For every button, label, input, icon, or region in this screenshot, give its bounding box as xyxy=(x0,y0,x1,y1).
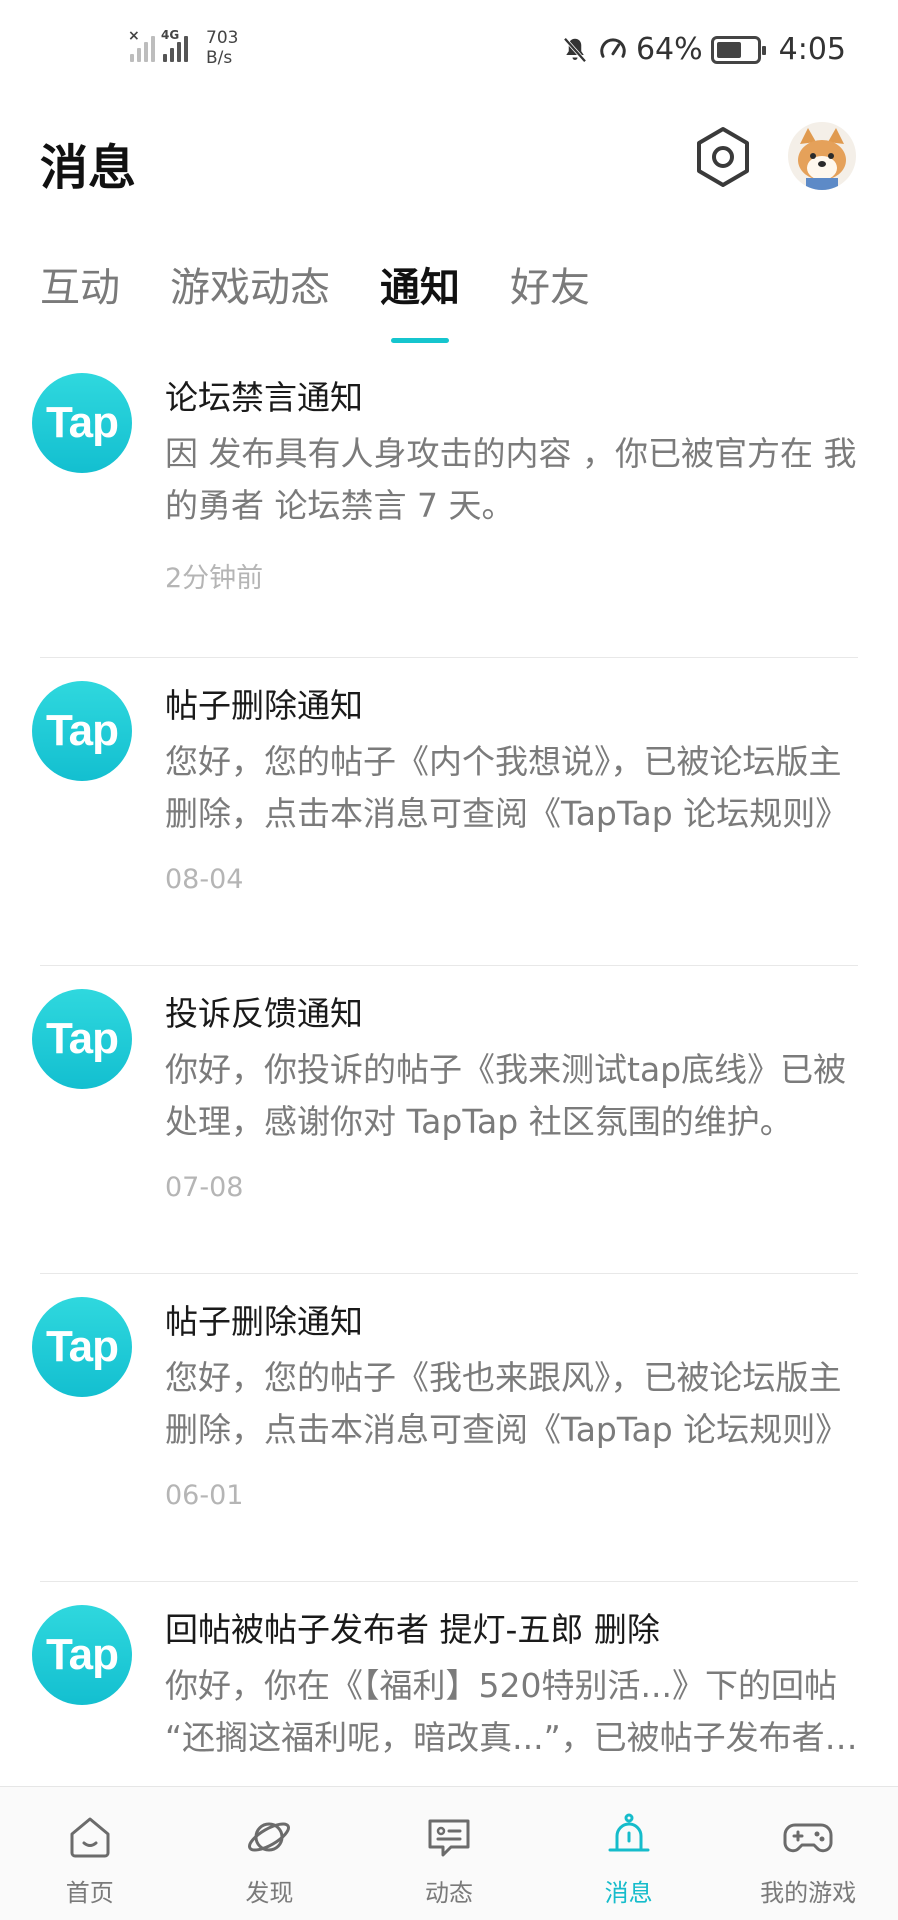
battery-percent: 64% xyxy=(635,32,703,67)
notification-item[interactable]: Tap 论坛禁言通知 因 发布具有人身攻击的内容 ，你已被官方在 我的勇者 论坛… xyxy=(0,350,898,658)
nav-messages[interactable]: 消息 xyxy=(539,1787,719,1920)
notification-title: 帖子删除通知 xyxy=(165,1302,363,1341)
taptap-logo-icon: Tap xyxy=(32,373,132,473)
taptap-logo-icon: Tap xyxy=(32,989,132,1089)
notification-body: 您好，您的帖子《内个我想说》，已被论坛版主删除，点击本消息可查阅《TapTap … xyxy=(165,742,849,833)
tab-interaction[interactable]: 互动 xyxy=(40,255,120,343)
nav-my-games[interactable]: 我的游戏 xyxy=(718,1787,898,1920)
network-speed: 703 B/s xyxy=(206,28,239,68)
avatar[interactable] xyxy=(788,122,856,190)
bell-icon xyxy=(608,1813,650,1852)
bottom-nav: 首页 发现 动态 消息 我的游戏 xyxy=(0,1786,898,1920)
shiba-avatar-icon xyxy=(788,122,856,190)
notification-item[interactable]: Tap 投诉反馈通知 你好，你投诉的帖子《我来测试tap底线》已被处理，感谢你对… xyxy=(0,966,898,1274)
nav-discover[interactable]: 发现 xyxy=(180,1787,360,1920)
notification-time: 2分钟前 xyxy=(165,563,264,594)
notification-title: 投诉反馈通知 xyxy=(165,994,363,1033)
notification-time: 07-08 xyxy=(165,1172,244,1203)
settings-hexagon-icon xyxy=(697,127,749,187)
tab-notifications[interactable]: 通知 xyxy=(380,255,460,343)
chat-icon xyxy=(428,1819,470,1857)
tab-friends[interactable]: 好友 xyxy=(510,255,590,343)
tab-game-updates[interactable]: 游戏动态 xyxy=(170,255,330,343)
mute-bell-icon xyxy=(563,37,587,62)
signal-4g-icon: 4G xyxy=(161,28,188,62)
taptap-logo-icon: Tap xyxy=(32,681,132,781)
notification-item[interactable]: Tap 帖子删除通知 您好，您的帖子《我也来跟风》，已被论坛版主删除，点击本消息… xyxy=(0,1274,898,1582)
planet-icon xyxy=(248,1822,291,1852)
taptap-logo-icon: Tap xyxy=(32,1605,132,1705)
clock: 4:05 xyxy=(778,32,846,67)
home-icon xyxy=(70,1817,110,1858)
no-sim-signal-icon: × xyxy=(128,28,155,62)
header: 消息 xyxy=(0,110,898,210)
nav-label: 消息 xyxy=(604,1879,653,1907)
nav-label: 我的游戏 xyxy=(760,1879,857,1907)
nav-feed[interactable]: 动态 xyxy=(359,1787,539,1920)
nav-label: 动态 xyxy=(424,1879,473,1907)
taptap-logo-icon: Tap xyxy=(32,1297,132,1397)
notification-body: 你好，你投诉的帖子《我来测试tap底线》已被处理，感谢你对 TapTap 社区氛… xyxy=(165,1050,847,1141)
status-bar: × 4G 703 B/s 64% 4:05 xyxy=(0,0,898,100)
page-title: 消息 xyxy=(40,140,137,196)
status-right: 64% 4:05 xyxy=(560,32,846,67)
battery-icon xyxy=(710,35,766,64)
nav-label: 首页 xyxy=(65,1879,114,1907)
gamepad-icon xyxy=(783,1823,833,1853)
notification-body: 因 发布具有人身攻击的内容 ，你已被官方在 我的勇者 论坛禁言 7 天。 xyxy=(165,434,857,525)
settings-button[interactable] xyxy=(690,124,756,190)
notification-title: 回帖被帖子发布者 提灯-五郎 删除 xyxy=(165,1610,660,1649)
notification-body: 你好，你在《【福利】520特别活...》下的回帖 “还搁这福利呢，暗改真...”… xyxy=(165,1666,858,1757)
tab-bar: 互动 游戏动态 通知 好友 xyxy=(40,255,640,343)
nav-home[interactable]: 首页 xyxy=(0,1787,180,1920)
nav-label: 发现 xyxy=(245,1879,294,1907)
notification-item[interactable]: Tap 帖子删除通知 您好，您的帖子《内个我想说》，已被论坛版主删除，点击本消息… xyxy=(0,658,898,966)
status-left: × 4G 703 B/s xyxy=(128,28,239,68)
speedometer-icon xyxy=(600,37,626,58)
notification-title: 论坛禁言通知 xyxy=(165,378,363,417)
notification-time: 08-04 xyxy=(165,864,244,895)
notification-body: 您好，您的帖子《我也来跟风》，已被论坛版主删除，点击本消息可查阅《TapTap … xyxy=(165,1358,849,1449)
notification-time: 06-01 xyxy=(165,1480,244,1511)
notification-list: Tap 论坛禁言通知 因 发布具有人身攻击的内容 ，你已被官方在 我的勇者 论坛… xyxy=(0,350,898,1890)
notification-title: 帖子删除通知 xyxy=(165,686,363,725)
